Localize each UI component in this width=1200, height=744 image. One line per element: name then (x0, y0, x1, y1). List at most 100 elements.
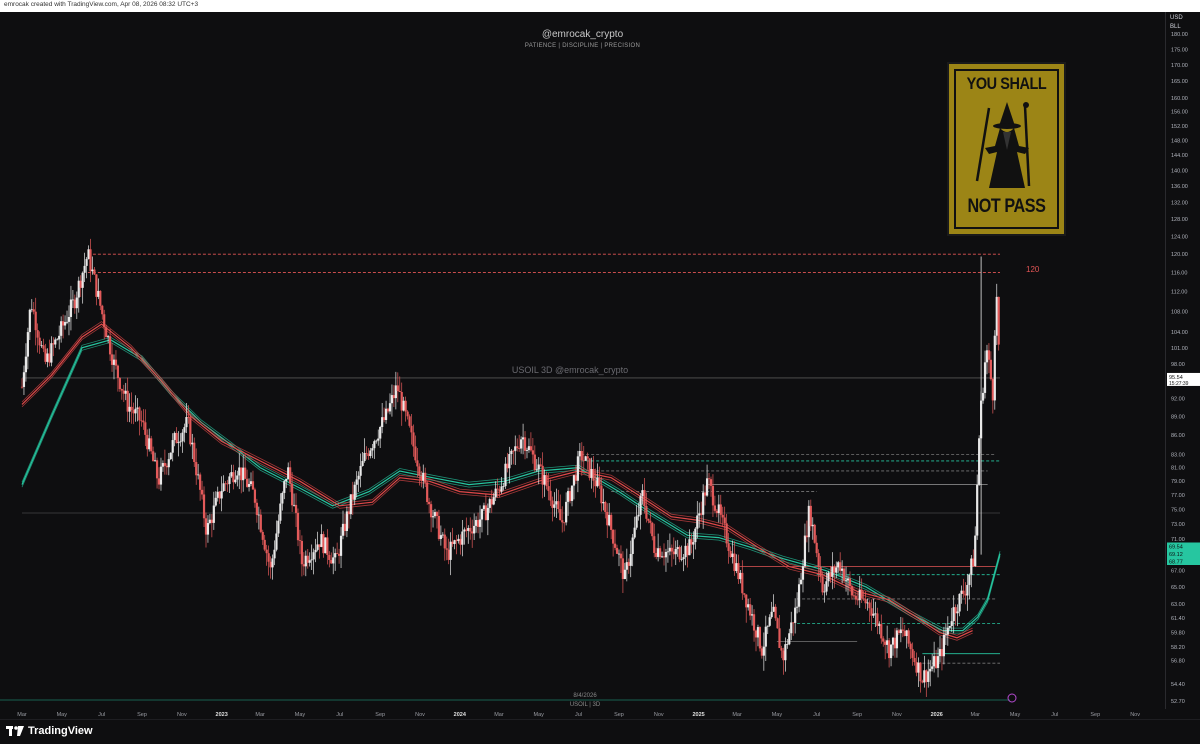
candle-body-395 (794, 607, 797, 623)
candle-body-461 (923, 670, 926, 683)
chart-subtitle: PATIENCE | DISCIPLINE | PRECISION (524, 43, 641, 49)
candle-body-66 (150, 438, 153, 452)
candle-body-122 (259, 514, 262, 532)
candle-body-43 (105, 327, 108, 338)
candle-body-401 (805, 535, 808, 538)
candle-body-53 (124, 390, 127, 394)
price-tick-label: 132.00 (1171, 200, 1188, 206)
time-tick-label: Jul (575, 712, 582, 718)
candle-body-201 (414, 446, 417, 461)
candle-body-397 (797, 584, 801, 607)
candle-body-36 (91, 269, 94, 272)
candle-body-14 (48, 353, 51, 363)
candle-body-393 (790, 622, 793, 634)
candle-body-167 (347, 511, 350, 515)
candle-body-400 (803, 535, 807, 567)
candle-body-471 (942, 635, 946, 657)
candle-body-333 (672, 551, 675, 555)
candle-body-56 (130, 406, 133, 411)
candle-body-392 (788, 633, 791, 645)
candle-body-31 (81, 272, 84, 288)
candle-body-198 (408, 416, 411, 426)
candle-body-33 (85, 259, 88, 266)
price-tick-label: 81.00 (1171, 466, 1185, 472)
candle-body-59 (136, 407, 139, 409)
candle-body-497 (993, 335, 996, 401)
candle-body-373 (750, 614, 754, 616)
candle-body-253 (516, 446, 519, 449)
candle-body-476 (952, 607, 955, 622)
candle-body-46 (110, 354, 114, 365)
candle-body-312 (631, 537, 634, 554)
time-tick-label: May (295, 712, 306, 718)
candle-body-241 (492, 497, 495, 505)
price-tick-label: 59.80 (1171, 630, 1185, 636)
candle-body-447 (895, 630, 899, 649)
candle-body-306 (619, 553, 623, 559)
candle-body-415 (833, 566, 836, 573)
candle-body-457 (915, 662, 918, 673)
time-tick-label: Nov (415, 712, 425, 718)
candle-body-207 (426, 482, 429, 503)
ema-price-label: 69.54 (1169, 544, 1183, 550)
bottom-date: 8/4/2026 (573, 693, 597, 699)
candle-body-433 (868, 602, 871, 609)
candle-body-65 (148, 438, 151, 450)
candle-body-240 (490, 499, 493, 505)
candle-body-478 (956, 611, 959, 614)
candle-body-155 (324, 537, 327, 554)
candle-body-381 (766, 625, 769, 627)
price-tick-label: 101.00 (1171, 346, 1188, 352)
price-tick-label: 116.00 (1171, 271, 1187, 277)
candle-body-61 (140, 420, 143, 422)
candle-body-98 (212, 505, 215, 523)
candle-body-163 (339, 535, 343, 556)
currency-label[interactable]: USD BLL (1170, 14, 1183, 32)
candle-body-73 (163, 463, 166, 466)
candle-body-130 (275, 533, 278, 550)
price-axis[interactable]: 52.70 54.40 56.80 58.20 59.80 61.40 63.00 65.00… (1165, 12, 1200, 709)
candle-body-112 (240, 467, 243, 481)
candle-body-166 (345, 511, 349, 532)
candle-body-492 (983, 362, 987, 393)
candle-body-3 (26, 332, 29, 357)
candle-body-485 (970, 558, 973, 575)
candle-body-480 (960, 590, 963, 594)
candle-body-215 (441, 534, 444, 536)
candle-body-148 (310, 559, 313, 561)
time-axis[interactable]: Mar May Jul Sep Nov 2023 Mar May Jul Sep Nov 2024 Ma… (0, 709, 1165, 719)
candle-body-498 (995, 296, 998, 336)
candle-body-414 (831, 566, 834, 577)
candle-body-371 (747, 604, 750, 608)
candle-body-137 (289, 467, 292, 484)
price-tick-label: 73.00 (1171, 522, 1185, 528)
candle-body-475 (950, 621, 953, 626)
candle-body-304 (615, 547, 619, 554)
candle-body-355 (715, 510, 718, 514)
candle-body-386 (776, 618, 779, 629)
candle-body-365 (735, 563, 738, 572)
price-tick-label: 128.00 (1171, 217, 1188, 223)
candle-body-248 (506, 463, 509, 469)
candle-body-479 (958, 593, 961, 612)
candle-body-178 (369, 450, 372, 457)
candle-body-150 (314, 549, 317, 553)
time-tick-label: Mar (970, 712, 980, 718)
candle-body-359 (723, 517, 726, 524)
candle-body-422 (846, 578, 850, 581)
time-axis-svg: Mar May Jul Sep Nov 2023 Mar May Jul Sep Nov 2024 Ma… (17, 712, 1140, 718)
candle-body-99 (214, 497, 217, 506)
candle-body-35 (89, 249, 92, 272)
candle-body-411 (825, 581, 828, 592)
candle-body-285 (578, 451, 581, 457)
candle-body-209 (429, 504, 433, 518)
candle-body-234 (478, 519, 482, 527)
currency-code: USD (1170, 15, 1183, 21)
candle-body-275 (559, 509, 562, 521)
tradingview-logo[interactable]: TradingView (6, 725, 93, 737)
candle-body-18 (56, 339, 59, 341)
candle-body-34 (87, 249, 90, 260)
top-info-bar: emrocak created with TradingView.com, Ap… (0, 0, 1200, 12)
candle-body-128 (271, 558, 274, 568)
candle-body-162 (337, 553, 341, 556)
